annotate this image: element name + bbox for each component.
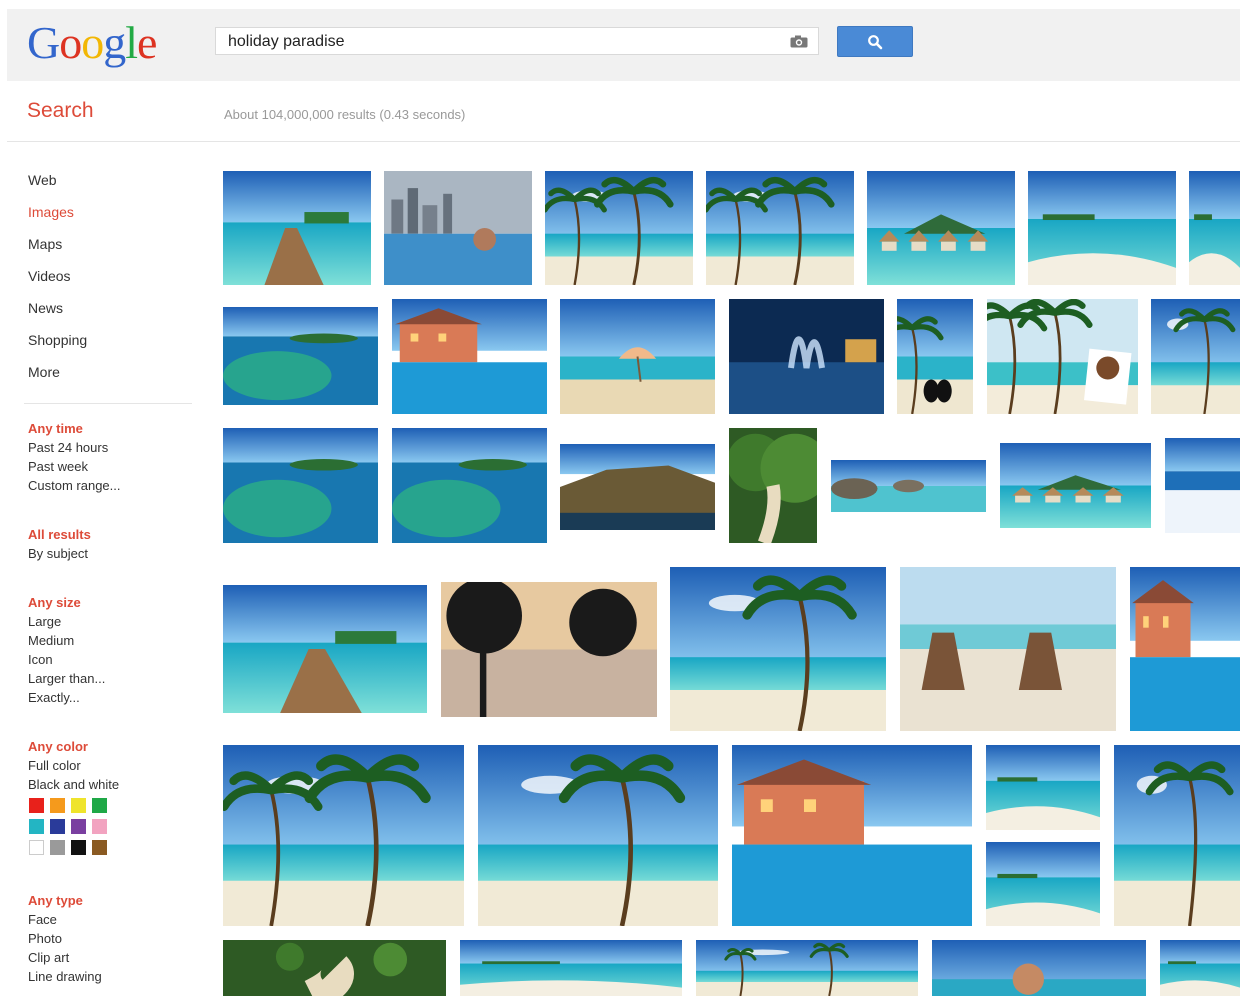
color-swatch[interactable] [29, 819, 44, 834]
image-result-thumbnail[interactable] [986, 842, 1100, 926]
search-box[interactable] [215, 27, 819, 55]
color-filter-heading[interactable]: Any color [28, 739, 88, 754]
color-swatch[interactable] [92, 840, 107, 855]
type-option[interactable]: Face [28, 912, 57, 927]
nav-web[interactable]: Web [28, 172, 57, 188]
image-result-thumbnail[interactable] [670, 567, 886, 731]
image-result-thumbnail[interactable] [1000, 443, 1151, 528]
time-option[interactable]: Custom range... [28, 478, 121, 493]
nav-news[interactable]: News [28, 300, 63, 316]
image-result-thumbnail[interactable] [560, 444, 715, 530]
image-result-thumbnail[interactable] [223, 171, 371, 285]
image-result-thumbnail[interactable] [900, 567, 1116, 731]
results-option[interactable]: By subject [28, 546, 88, 561]
color-swatch[interactable] [71, 819, 86, 834]
image-result-thumbnail[interactable] [1165, 438, 1240, 533]
color-swatch[interactable] [29, 798, 44, 813]
type-option[interactable]: Line drawing [28, 969, 102, 984]
image-result-thumbnail[interactable] [831, 460, 986, 512]
nav-more[interactable]: More [28, 364, 60, 380]
image-result-thumbnail[interactable] [1028, 171, 1176, 285]
image-result-thumbnail[interactable] [384, 171, 532, 285]
color-swatch[interactable] [71, 798, 86, 813]
size-filter-heading[interactable]: Any size [28, 595, 81, 610]
color-option[interactable]: Full color [28, 758, 81, 773]
image-result-thumbnail[interactable] [706, 171, 854, 285]
type-option[interactable]: Clip art [28, 950, 69, 965]
time-filter-heading[interactable]: Any time [28, 421, 83, 436]
logo-letter: o [81, 17, 104, 68]
logo-letter: g [103, 17, 126, 68]
image-result-thumbnail[interactable] [729, 299, 884, 414]
image-result-thumbnail[interactable] [560, 299, 715, 414]
size-option[interactable]: Exactly... [28, 690, 80, 705]
magnifier-icon [868, 35, 883, 50]
time-option[interactable]: Past week [28, 459, 88, 474]
header-divider [7, 141, 1240, 142]
header-bar: Google [7, 9, 1240, 81]
image-result-thumbnail[interactable] [441, 582, 657, 717]
type-option[interactable]: Photo [28, 931, 62, 946]
image-result-thumbnail[interactable] [729, 428, 817, 543]
image-result-thumbnail[interactable] [1151, 299, 1240, 414]
image-result-thumbnail[interactable] [545, 171, 693, 285]
size-option[interactable]: Large [28, 614, 61, 629]
image-result-thumbnail[interactable] [223, 585, 427, 713]
size-option[interactable]: Medium [28, 633, 74, 648]
time-option[interactable]: Past 24 hours [28, 440, 108, 455]
size-option[interactable]: Icon [28, 652, 53, 667]
logo-letter: G [27, 17, 60, 68]
nav-shopping[interactable]: Shopping [28, 332, 87, 348]
google-logo[interactable]: Google [27, 15, 157, 71]
size-option[interactable]: Larger than... [28, 671, 105, 686]
camera-icon[interactable] [790, 35, 808, 48]
logo-letter: l [125, 17, 138, 68]
image-result-thumbnail[interactable] [392, 428, 547, 543]
results-filter-heading[interactable]: All results [28, 527, 91, 542]
result-stats: About 104,000,000 results (0.43 seconds) [224, 107, 466, 122]
image-result-thumbnail[interactable] [1130, 567, 1240, 731]
image-result-thumbnail[interactable] [732, 745, 972, 926]
type-filter-heading[interactable]: Any type [28, 893, 83, 908]
nav-maps[interactable]: Maps [28, 236, 62, 252]
image-result-thumbnail[interactable] [696, 940, 918, 996]
search-button[interactable] [837, 26, 913, 57]
image-result-thumbnail[interactable] [223, 940, 446, 996]
color-swatch[interactable] [92, 798, 107, 813]
image-result-thumbnail[interactable] [1189, 171, 1240, 285]
search-input[interactable] [226, 32, 770, 52]
nav-images[interactable]: Images [28, 204, 74, 220]
image-result-thumbnail[interactable] [223, 307, 378, 405]
image-result-thumbnail[interactable] [867, 171, 1015, 285]
color-swatch[interactable] [71, 840, 86, 855]
nav-videos[interactable]: Videos [28, 268, 71, 284]
logo-letter: e [137, 17, 157, 68]
image-result-thumbnail[interactable] [223, 745, 464, 926]
image-result-thumbnail[interactable] [223, 428, 378, 543]
nav-divider [24, 403, 192, 404]
logo-letter: o [59, 17, 82, 68]
color-option[interactable]: Black and white [28, 777, 119, 792]
image-result-thumbnail[interactable] [478, 745, 718, 926]
color-swatch[interactable] [50, 840, 65, 855]
image-result-thumbnail[interactable] [932, 940, 1146, 996]
image-result-thumbnail[interactable] [897, 299, 973, 414]
color-swatch[interactable] [29, 840, 44, 855]
image-result-thumbnail[interactable] [987, 299, 1138, 414]
color-swatch[interactable] [50, 819, 65, 834]
image-result-thumbnail[interactable] [460, 940, 682, 996]
color-swatch[interactable] [50, 798, 65, 813]
image-result-thumbnail[interactable] [986, 745, 1100, 830]
image-result-thumbnail[interactable] [392, 299, 547, 414]
image-result-thumbnail[interactable] [1114, 745, 1240, 926]
search-heading: Search [27, 99, 94, 122]
image-result-thumbnail[interactable] [1160, 940, 1240, 996]
color-swatch[interactable] [92, 819, 107, 834]
